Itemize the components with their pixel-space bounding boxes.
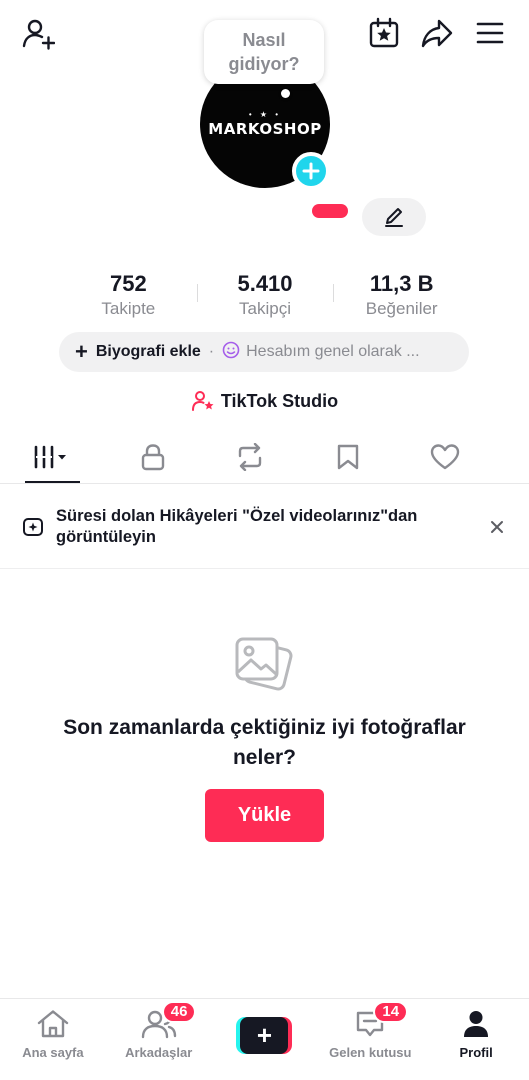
bookmark-icon <box>337 444 358 469</box>
nav-profile[interactable]: Profil <box>423 999 529 1080</box>
calendar-star-icon[interactable] <box>364 13 404 53</box>
tab-liked[interactable] <box>397 430 495 483</box>
stat-value: 752 <box>109 271 147 296</box>
nav-home[interactable]: Ana sayfa <box>0 999 106 1080</box>
add-bio-button[interactable]: + Biyografi ekle <box>75 339 201 364</box>
add-bio-label: Biyografi ekle <box>95 343 201 360</box>
stat-following[interactable]: 752 Takipte <box>60 270 197 322</box>
status-bubble[interactable]: Nasıl gidiyor? <box>204 20 324 84</box>
profile-icon <box>464 1011 489 1037</box>
expired-stories-notice[interactable]: Süresi dolan Hikâyeleri "Özel videoların… <box>0 485 529 569</box>
status-note-button[interactable]: Hesabım genel olarak ... <box>222 341 420 364</box>
inbox-badge: 14 <box>373 1001 409 1023</box>
nav-inbox[interactable]: Gelen kutusu 14 <box>317 999 423 1080</box>
smiley-icon <box>222 341 240 364</box>
tab-private[interactable] <box>104 430 202 483</box>
add-story-button[interactable] <box>292 152 330 190</box>
empty-state-title: Son zamanlarda çektiğiniz iyi fotoğrafla… <box>63 716 466 769</box>
stat-divider <box>333 284 335 302</box>
edit-profile-button[interactable] <box>362 198 426 236</box>
username-badge <box>312 204 348 218</box>
bubble-line-2: gidiyor? <box>228 54 300 74</box>
stat-value: 11,3 B <box>369 271 434 296</box>
photo-icon <box>234 634 294 696</box>
home-icon <box>37 1010 69 1038</box>
close-icon[interactable] <box>485 515 509 539</box>
grid-icon <box>34 445 66 468</box>
friends-badge: 46 <box>161 1001 197 1023</box>
stat-followers[interactable]: 5.410 Takipçi <box>196 270 334 322</box>
status-note-text: Hesabım genel olarak ... <box>246 343 420 360</box>
tab-saved[interactable] <box>299 430 397 483</box>
create-plus: + <box>240 1017 289 1054</box>
add-user-icon[interactable] <box>18 14 58 54</box>
story-icon <box>23 517 43 536</box>
stat-label: Takipte <box>101 299 156 318</box>
tab-reposts[interactable] <box>202 430 300 483</box>
bubble-line-1: Nasıl <box>242 30 286 50</box>
stat-label: Takipçi <box>239 299 291 318</box>
edit-pencil-icon <box>385 208 403 227</box>
bio-separator: · <box>208 343 215 360</box>
plus-icon <box>302 162 320 180</box>
stat-value: 5.410 <box>237 271 293 296</box>
bio-bar: + Biyografi ekle · Hesabım genel olarak … <box>59 332 469 372</box>
nav-home-label: Ana sayfa <box>22 1045 84 1060</box>
repost-icon <box>239 442 262 471</box>
nav-profile-label: Profil <box>459 1045 493 1060</box>
bottom-nav: Ana sayfa Arkadaşlar 46 + Gelen kutusu 1… <box>0 998 529 1080</box>
heart-icon <box>431 443 460 469</box>
tiktok-studio-link[interactable]: TikTok Studio <box>0 386 529 416</box>
nav-inbox-label: Gelen kutusu <box>329 1045 412 1060</box>
notice-text: Süresi dolan Hikâyeleri "Özel videoların… <box>56 506 418 546</box>
nav-create[interactable]: + <box>212 999 318 1080</box>
upload-button[interactable]: Yükle <box>205 789 324 842</box>
menu-icon[interactable] <box>470 13 510 53</box>
studio-icon <box>191 390 215 412</box>
tab-videos[interactable] <box>0 430 104 483</box>
plus-icon: + <box>75 339 88 364</box>
stat-label: Beğeniler <box>365 299 438 318</box>
profile-tabs <box>0 430 529 484</box>
nav-friends-label: Arkadaşlar <box>125 1045 193 1060</box>
avatar-stars: • ★ • <box>248 110 282 119</box>
profile-stats: 752 Takipte 5.410 Takipçi 11,3 B Beğenil… <box>60 270 470 322</box>
stat-likes[interactable]: 11,3 B Beğeniler <box>333 270 470 322</box>
stat-divider <box>196 284 198 302</box>
nav-friends[interactable]: Arkadaşlar 46 <box>106 999 212 1080</box>
bubble-tail <box>281 89 290 98</box>
lock-icon <box>141 443 164 470</box>
avatar-brand-text: MARKOSHOP <box>208 120 322 138</box>
create-button[interactable]: + <box>236 1017 293 1054</box>
studio-label: TikTok Studio <box>220 390 339 411</box>
share-icon[interactable] <box>417 13 457 53</box>
